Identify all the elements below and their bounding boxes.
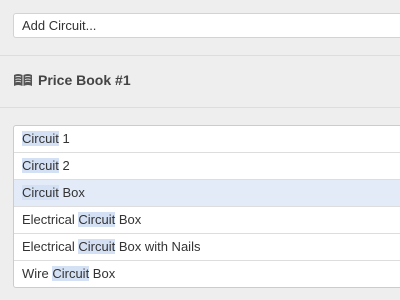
circuit-results-list: Circuit 1 Circuit 2 Circuit Box Electrical …: [13, 125, 400, 288]
result-text-after: Box with Nails: [115, 239, 201, 254]
result-match-highlight: Circuit: [22, 158, 59, 173]
result-item[interactable]: Circuit 1: [14, 126, 400, 153]
result-text-after: Box: [58, 185, 85, 200]
result-item[interactable]: Circuit Box: [14, 180, 400, 207]
result-text-after: 1: [58, 131, 70, 146]
add-circuit-input[interactable]: [13, 13, 400, 38]
result-item[interactable]: Electrical Circuit Box with Nails: [14, 234, 400, 261]
result-text-before: Electrical: [22, 239, 79, 254]
price-book-header: Price Book #1: [13, 70, 131, 90]
result-item[interactable]: Electrical Circuit Box: [14, 207, 400, 234]
result-match-highlight: Circuit: [52, 266, 90, 281]
result-text-after: Box: [89, 266, 116, 281]
result-match-highlight: Circuit: [78, 212, 116, 227]
top-divider: [0, 55, 400, 56]
result-text-after: 2: [58, 158, 70, 173]
result-text-after: Box: [115, 212, 142, 227]
price-book-title: Price Book #1: [38, 72, 131, 88]
result-match-highlight: Circuit: [78, 239, 116, 254]
result-item[interactable]: Wire Circuit Box: [14, 261, 400, 287]
book-icon: [13, 73, 33, 87]
result-match-highlight: Circuit: [22, 131, 59, 146]
section-divider: [0, 107, 400, 108]
result-text-before: Electrical: [22, 212, 79, 227]
result-item[interactable]: Circuit 2: [14, 153, 400, 180]
result-text-before: Wire: [22, 266, 53, 281]
result-match-highlight: Circuit: [22, 185, 59, 200]
